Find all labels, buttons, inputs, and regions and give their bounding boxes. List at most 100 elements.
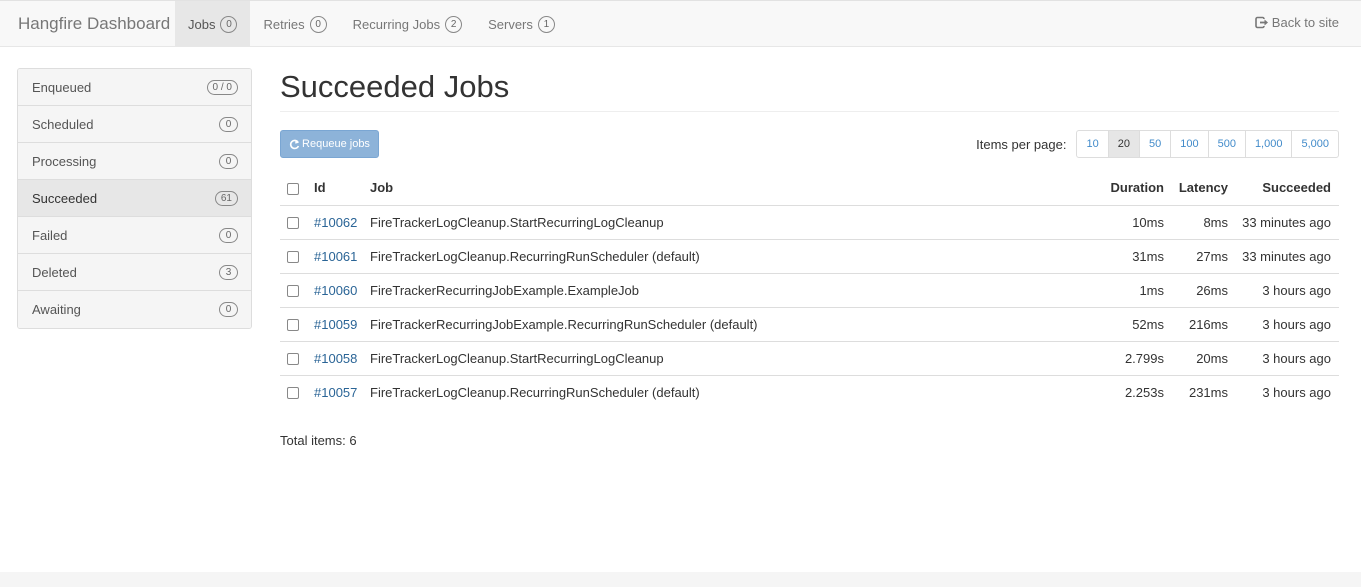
sidebar-item-succeeded[interactable]: Succeeded 61	[18, 180, 251, 217]
table-row: #10058 FireTrackerLogCleanup.StartRecurr…	[280, 341, 1339, 376]
header-succeeded: Succeeded	[1236, 171, 1339, 206]
job-latency: 27ms	[1172, 239, 1236, 274]
table-row: #10061 FireTrackerLogCleanup.RecurringRu…	[280, 239, 1339, 274]
job-duration: 31ms	[1052, 239, 1172, 274]
nav-item-servers[interactable]: Servers 1	[475, 1, 568, 47]
header-id: Id	[314, 171, 370, 206]
table-header-row: Id Job Duration Latency Succeeded	[280, 171, 1339, 206]
sidebar-item-deleted[interactable]: Deleted 3	[18, 254, 251, 291]
sidebar-item-label: Enqueued	[32, 79, 92, 95]
nav-item-label: Recurring Jobs	[352, 16, 441, 32]
total-items: Total items: 6	[280, 433, 357, 448]
footer	[0, 572, 1361, 587]
count-badge: 1	[537, 15, 555, 33]
back-to-site-link[interactable]: Back to site	[1254, 15, 1339, 30]
sidebar-item-label: Processing	[32, 153, 97, 169]
sidebar-item-processing[interactable]: Processing 0	[18, 143, 251, 180]
top-nav: Jobs 0 Retries 0 Recurring Jobs 2 Server…	[175, 1, 568, 47]
count-badge: 0	[219, 302, 238, 317]
navbar: Hangfire Dashboard Jobs 0 Retries 0 Recu…	[0, 0, 1361, 47]
row-checkbox[interactable]	[287, 387, 299, 400]
count-badge: 0 / 0	[206, 79, 238, 95]
job-duration: 52ms	[1052, 307, 1172, 342]
sidebar-item-label: Deleted	[32, 264, 77, 280]
items-per-page-label: Items per page:	[976, 136, 1067, 152]
table-row: #10060 FireTrackerRecurringJobExample.Ex…	[280, 273, 1339, 308]
nav-item-label: Jobs	[188, 16, 216, 32]
nav-item-recurring-jobs[interactable]: Recurring Jobs 2	[340, 1, 475, 47]
count-badge: 0	[309, 15, 327, 33]
nav-item-label: Retries	[263, 16, 305, 32]
count-badge: 3	[219, 264, 238, 280]
count-badge: 0	[219, 227, 238, 243]
page-title: Succeeded Jobs	[280, 68, 1339, 112]
job-id-link[interactable]: #10058	[314, 351, 357, 366]
row-checkbox[interactable]	[287, 217, 299, 230]
back-to-site-label: Back to site	[1271, 15, 1339, 30]
brand-link[interactable]: Hangfire Dashboard	[18, 14, 170, 34]
sidebar-item-scheduled[interactable]: Scheduled 0	[18, 106, 251, 143]
page-size-option[interactable]: 50	[1138, 131, 1170, 157]
nav-item-label: Servers	[488, 16, 533, 32]
sidebar-item-enqueued[interactable]: Enqueued 0 / 0	[18, 69, 251, 106]
main-content: Succeeded Jobs Requeue jobs Items per pa…	[280, 68, 1339, 400]
row-checkbox[interactable]	[287, 353, 299, 366]
page-size-option-selected[interactable]: 20	[1107, 131, 1139, 157]
items-per-page: Items per page: 10 20 50 100 500 1,000 5…	[976, 130, 1339, 158]
table-row: #10057 FireTrackerLogCleanup.RecurringRu…	[280, 375, 1339, 409]
job-succeeded-time: 3 hours ago	[1236, 341, 1339, 376]
job-duration: 10ms	[1052, 205, 1172, 240]
job-succeeded-time: 3 hours ago	[1262, 384, 1331, 400]
job-id-link[interactable]: #10057	[314, 385, 357, 400]
job-id-link[interactable]: #10062	[314, 215, 357, 230]
nav-item-retries[interactable]: Retries 0	[250, 1, 339, 47]
page-size-option[interactable]: 100	[1170, 131, 1207, 157]
table-row: #10059 FireTrackerRecurringJobExample.Re…	[280, 307, 1339, 342]
job-latency: 20ms	[1172, 341, 1236, 376]
page-size-option[interactable]: 1,000	[1244, 131, 1292, 157]
select-all-checkbox[interactable]	[287, 182, 299, 195]
sidebar-item-label: Awaiting	[32, 302, 81, 317]
toolbar: Requeue jobs Items per page: 10 20 50 10…	[280, 130, 1339, 174]
header-duration: Duration	[1052, 171, 1172, 206]
job-duration: 2.799s	[1052, 341, 1172, 376]
count-badge: 61	[214, 190, 238, 206]
job-latency: 216ms	[1172, 307, 1236, 342]
job-succeeded-time: 3 hours ago	[1236, 273, 1339, 308]
requeue-jobs-button[interactable]: Requeue jobs	[280, 130, 379, 158]
row-checkbox[interactable]	[287, 319, 299, 332]
job-id-link[interactable]: #10061	[314, 249, 357, 264]
job-duration: 2.253s	[1124, 384, 1164, 400]
sign-out-icon	[1254, 16, 1268, 29]
page-size-option[interactable]: 500	[1207, 131, 1245, 157]
job-succeeded-time: 33 minutes ago	[1236, 239, 1339, 274]
job-succeeded-time: 3 hours ago	[1236, 307, 1339, 342]
job-latency: 8ms	[1172, 205, 1236, 240]
job-id-link[interactable]: #10059	[314, 317, 357, 332]
nav-item-jobs[interactable]: Jobs 0	[175, 1, 251, 47]
row-checkbox[interactable]	[287, 251, 299, 264]
page-size-group: 10 20 50 100 500 1,000 5,000	[1076, 130, 1339, 158]
job-latency: 231ms	[1188, 384, 1228, 400]
count-badge: 2	[445, 15, 463, 33]
job-name: FireTrackerRecurringJobExample.Recurring…	[370, 307, 1052, 342]
job-id-link[interactable]: #10060	[314, 283, 357, 298]
count-badge: 0	[219, 116, 238, 132]
job-name: FireTrackerRecurringJobExample.ExampleJo…	[370, 273, 1052, 308]
count-badge: 0	[219, 153, 238, 169]
row-checkbox[interactable]	[287, 285, 299, 298]
sidebar-item-awaiting[interactable]: Awaiting 0	[18, 291, 251, 328]
table-row: #10062 FireTrackerLogCleanup.StartRecurr…	[280, 205, 1339, 240]
jobs-table: Id Job Duration Latency Succeeded #10062…	[280, 171, 1339, 409]
sidebar: Enqueued 0 / 0 Scheduled 0 Processing 0 …	[17, 68, 252, 329]
page-size-option[interactable]: 10	[1077, 131, 1107, 157]
job-name: FireTrackerLogCleanup.StartRecurringLogC…	[370, 341, 1052, 376]
sidebar-item-failed[interactable]: Failed 0	[18, 217, 251, 254]
refresh-icon	[289, 139, 300, 149]
header-select-cell	[280, 171, 314, 206]
page-size-option[interactable]: 5,000	[1291, 131, 1338, 157]
sidebar-item-label: Succeeded	[32, 190, 98, 206]
job-succeeded-time: 33 minutes ago	[1236, 205, 1339, 240]
header-job: Job	[370, 171, 1052, 206]
job-name: FireTrackerLogCleanup.RecurringRunSchedu…	[370, 384, 700, 400]
